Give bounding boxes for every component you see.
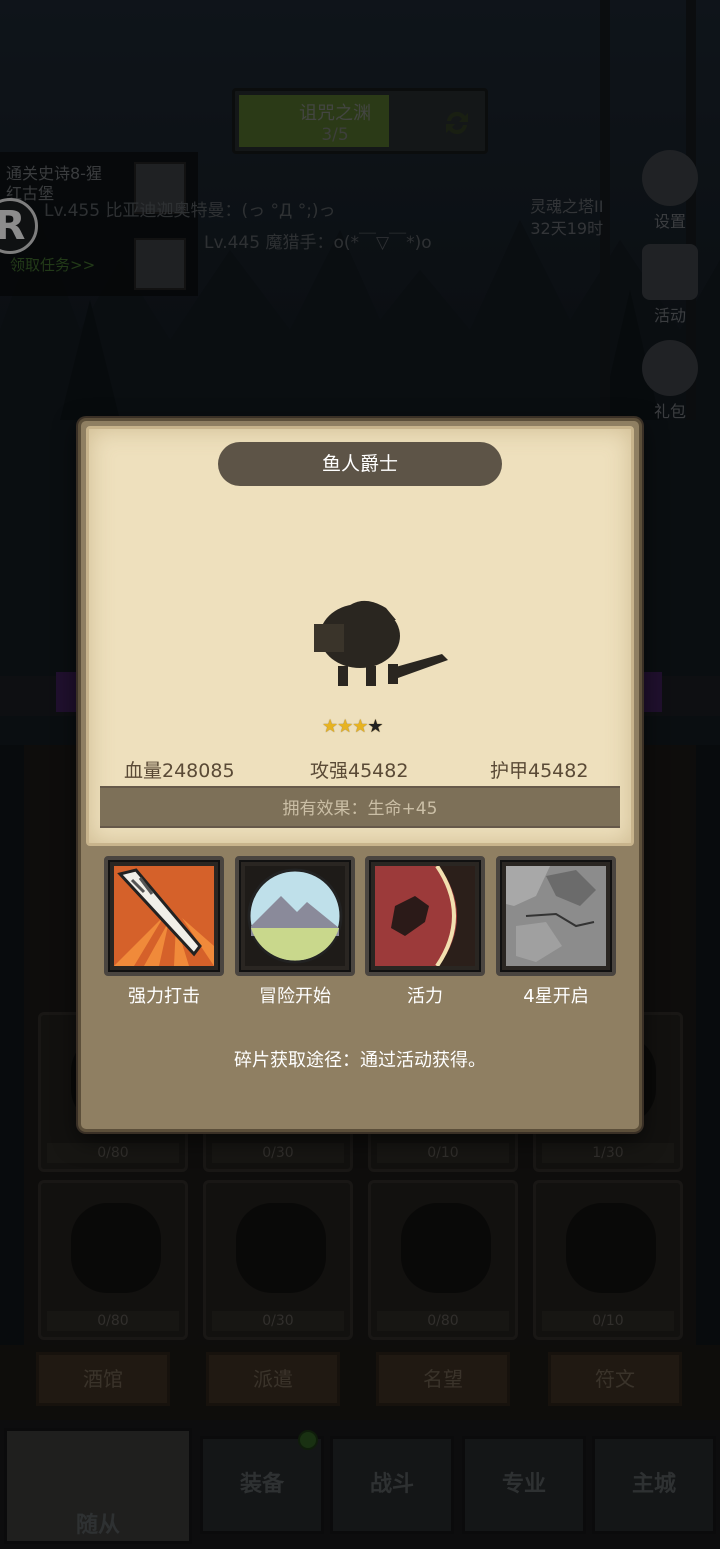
star-filled-icon: ★: [337, 716, 353, 737]
star-filled-icon: ★: [322, 716, 338, 737]
fragment-source: 碎片获取途径：通过活动获得。: [234, 1050, 486, 1071]
sword-strike-icon: [114, 866, 214, 966]
stat-hp: 血量248085: [124, 760, 235, 782]
skill-vitality[interactable]: 活力: [365, 856, 485, 1008]
skill-label: 强力打击: [128, 986, 200, 1007]
skill-locked-4-star[interactable]: 4星开启: [496, 856, 616, 1008]
star-empty-icon: ★: [367, 716, 383, 737]
skill-power-strike[interactable]: 强力打击: [104, 856, 224, 1008]
locked-rock-icon: [506, 866, 606, 966]
mountain-icon: [245, 866, 345, 966]
hero-name: 鱼人爵士: [218, 442, 502, 486]
vitality-icon: [375, 866, 475, 966]
hero-silhouette-icon: [314, 600, 448, 686]
stat-attack: 攻强45482: [310, 760, 409, 782]
owned-effect: 拥有效果：生命+45: [100, 786, 620, 828]
skill-label: 活力: [407, 986, 443, 1007]
star-filled-icon: ★: [352, 716, 368, 737]
star-rating: ★★★★: [322, 716, 384, 737]
stat-armor: 护甲45482: [490, 760, 589, 782]
skill-label: 4星开启: [523, 986, 589, 1007]
skill-adventure-start[interactable]: 冒险开始: [235, 856, 355, 1008]
skill-label: 冒险开始: [259, 986, 331, 1007]
